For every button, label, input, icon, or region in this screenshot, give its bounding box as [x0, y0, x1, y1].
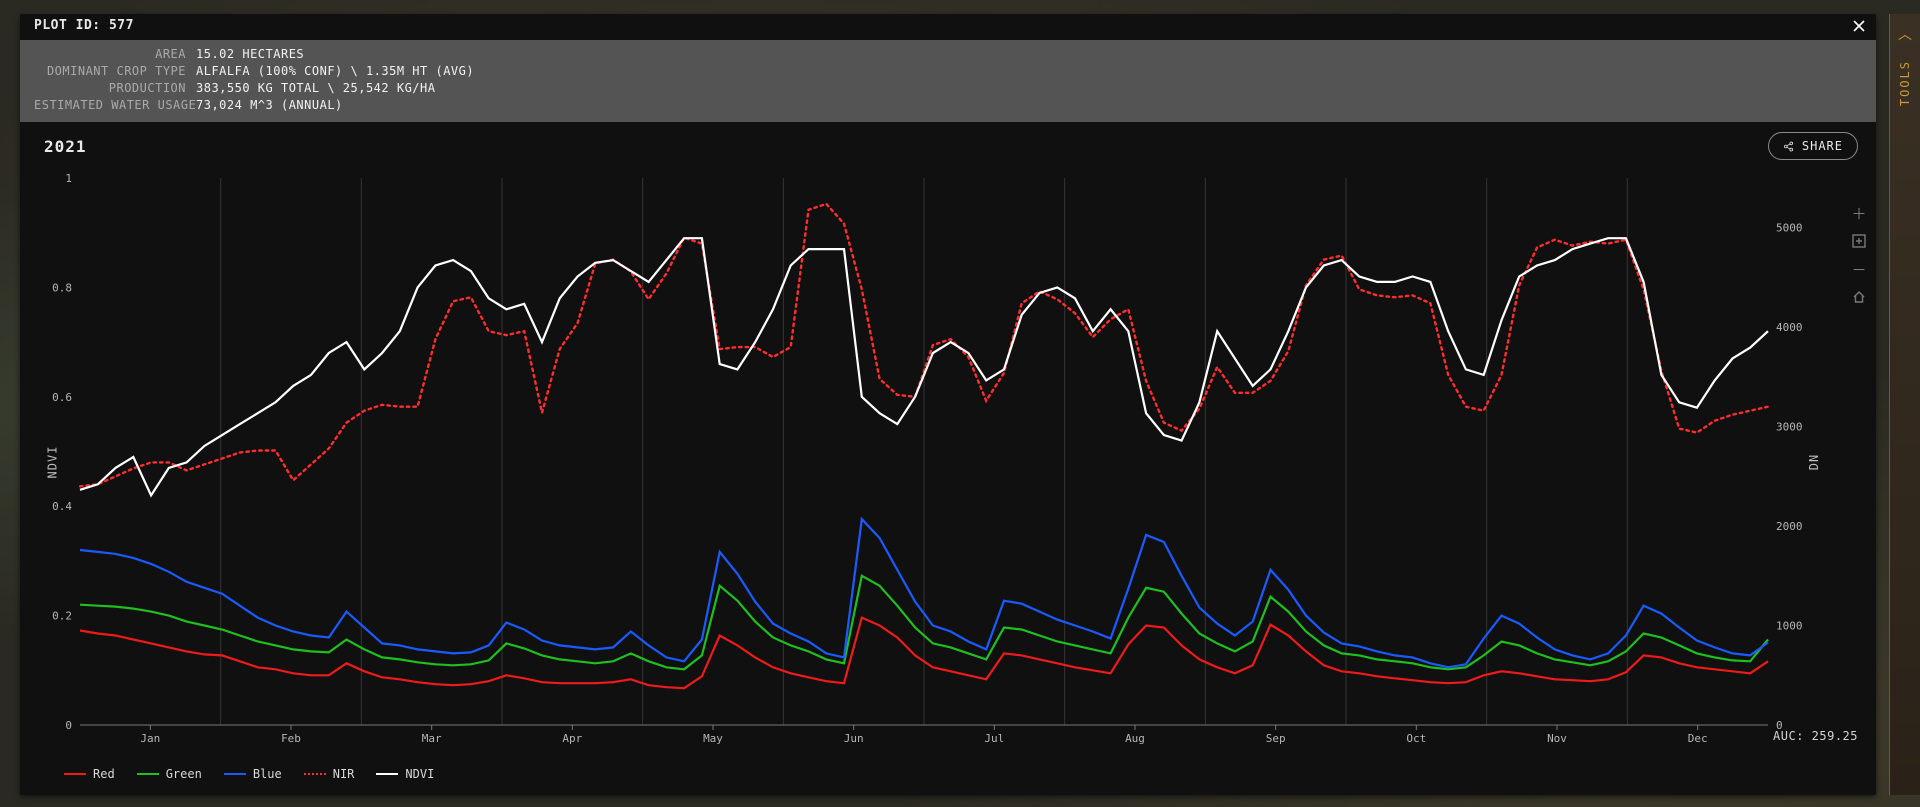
legend-swatch-nir — [304, 773, 326, 775]
svg-text:0.4: 0.4 — [52, 500, 72, 513]
svg-text:4000: 4000 — [1776, 321, 1803, 334]
legend-item-blue[interactable]: Blue — [224, 767, 282, 781]
legend-item-green[interactable]: Green — [137, 767, 202, 781]
svg-text:May: May — [703, 732, 723, 745]
svg-text:1000: 1000 — [1776, 620, 1803, 633]
close-icon[interactable] — [1850, 17, 1868, 35]
svg-text:Jun: Jun — [844, 732, 864, 745]
home-icon[interactable] — [1850, 288, 1868, 306]
tools-rail-label: TOOLS — [1898, 60, 1912, 106]
svg-text:Mar: Mar — [422, 732, 442, 745]
info-label-production: Production — [34, 80, 196, 97]
legend-swatch-ndvi — [376, 773, 398, 775]
svg-text:3000: 3000 — [1776, 421, 1803, 434]
zoom-box-icon[interactable] — [1850, 232, 1868, 250]
zoom-in-icon[interactable]: ＋ — [1850, 204, 1868, 222]
zoom-out-icon[interactable]: － — [1850, 260, 1868, 278]
svg-text:5000: 5000 — [1776, 222, 1803, 235]
chart-year: 2021 — [44, 137, 87, 156]
panel-title: PLOT ID: 577 — [34, 16, 134, 36]
legend-swatch-blue — [224, 773, 246, 775]
info-value-water: 73,024 m^3 (Annual) — [196, 97, 343, 114]
chevron-up-icon: ︿ — [1898, 24, 1912, 44]
legend-item-red[interactable]: Red — [64, 767, 115, 781]
info-value-production: 383,550 kg Total \ 25,542 kg/ha — [196, 80, 435, 97]
svg-text:1: 1 — [65, 174, 72, 185]
svg-text:0: 0 — [65, 719, 72, 732]
svg-text:Feb: Feb — [281, 732, 301, 745]
info-value-crop: Alfalfa (100% Conf) \ 1.35m HT (Avg) — [196, 63, 474, 80]
svg-text:2000: 2000 — [1776, 520, 1803, 533]
tools-rail[interactable]: ︿ TOOLS — [1889, 14, 1920, 795]
share-button[interactable]: SHARE — [1768, 132, 1858, 160]
svg-text:Sep: Sep — [1266, 732, 1286, 745]
chart-legend: Red Green Blue NIR NDVI — [64, 767, 434, 781]
svg-text:0.2: 0.2 — [52, 610, 72, 623]
info-label-water: Estimated Water Usage — [34, 97, 196, 114]
auc-readout: AUC: 259.25 — [1773, 729, 1858, 743]
share-label: SHARE — [1802, 139, 1843, 153]
share-icon — [1783, 141, 1794, 152]
svg-text:Apr: Apr — [562, 732, 582, 745]
svg-text:Jul: Jul — [984, 732, 1004, 745]
chart-area: NDVI DN 00.20.40.60.81010002000300040005… — [42, 174, 1816, 749]
legend-item-nir[interactable]: NIR — [304, 767, 355, 781]
chart-tool-column: ＋ － — [1850, 204, 1868, 306]
legend-swatch-green — [137, 773, 159, 775]
info-block: Area15.02 Hectares Dominant Crop TypeAlf… — [20, 40, 1876, 122]
info-label-area: Area — [34, 46, 196, 63]
svg-text:Dec: Dec — [1688, 732, 1708, 745]
svg-text:Nov: Nov — [1547, 732, 1567, 745]
info-value-area: 15.02 Hectares — [196, 46, 304, 63]
svg-text:0.6: 0.6 — [52, 391, 72, 404]
legend-swatch-red — [64, 773, 86, 775]
legend-item-ndvi[interactable]: NDVI — [376, 767, 434, 781]
svg-text:Aug: Aug — [1125, 732, 1145, 745]
plot-panel: PLOT ID: 577 Area15.02 Hectares Dominant… — [20, 14, 1876, 795]
svg-text:0.8: 0.8 — [52, 281, 72, 294]
info-label-crop: Dominant Crop Type — [34, 63, 196, 80]
svg-text:Jan: Jan — [140, 732, 160, 745]
svg-text:Oct: Oct — [1406, 732, 1426, 745]
